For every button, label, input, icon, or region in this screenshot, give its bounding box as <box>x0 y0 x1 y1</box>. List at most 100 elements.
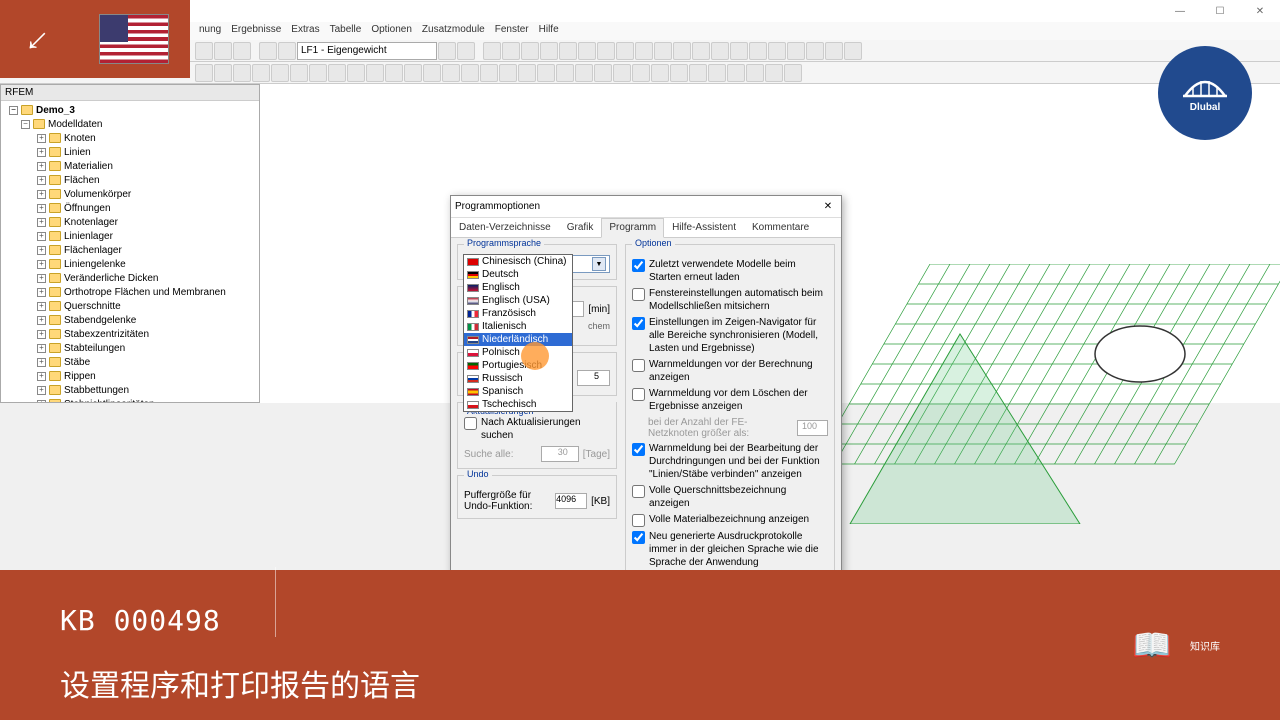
toolbar-icon[interactable] <box>461 64 479 82</box>
menu-item[interactable]: Ergebnisse <box>227 22 285 40</box>
max-models-spinner[interactable]: 5 <box>577 370 610 386</box>
toolbar-icon[interactable] <box>404 64 422 82</box>
toolbar-icon[interactable] <box>214 64 232 82</box>
toolbar-icon[interactable] <box>806 42 824 60</box>
toolbar-icon[interactable] <box>518 64 536 82</box>
tree-node[interactable]: +Materialien <box>1 159 259 173</box>
tab-graphics[interactable]: Grafik <box>559 218 602 237</box>
language-option[interactable]: Englisch (USA) <box>464 294 572 307</box>
toolbar-icon[interactable] <box>768 42 786 60</box>
toolbar-icon[interactable] <box>233 42 251 60</box>
toolbar-icon[interactable] <box>214 42 232 60</box>
toolbar-icon[interactable] <box>556 64 574 82</box>
menu-item[interactable]: Extras <box>287 22 323 40</box>
tree-node[interactable]: +Liniengelenke <box>1 257 259 271</box>
undo-buffer-spinner[interactable]: 4096 <box>555 493 587 509</box>
tree-node[interactable]: −Modelldaten <box>1 117 259 131</box>
menu-item[interactable]: Zusatzmodule <box>418 22 489 40</box>
toolbar-icon[interactable] <box>328 64 346 82</box>
check-updates[interactable]: Nach Aktualisierungen suchen <box>464 416 610 442</box>
fe-nodes-spinner[interactable]: 100 <box>797 420 828 436</box>
toolbar-icon[interactable] <box>559 42 577 60</box>
language-option[interactable]: Französisch <box>464 307 572 320</box>
toolbar-icon[interactable] <box>540 42 558 60</box>
tab-help[interactable]: Hilfe-Assistent <box>664 218 744 237</box>
toolbar-icon[interactable] <box>252 64 270 82</box>
loadcase-selector[interactable]: LF1 - Eigengewicht <box>297 42 437 60</box>
toolbar-icon[interactable] <box>613 64 631 82</box>
toolbar-icon[interactable] <box>309 64 327 82</box>
toolbar-icon[interactable] <box>233 64 251 82</box>
toolbar-icon[interactable] <box>708 64 726 82</box>
language-option[interactable]: Portugiesisch <box>464 359 572 372</box>
language-option[interactable]: Spanisch <box>464 385 572 398</box>
menu-item[interactable]: Hilfe <box>535 22 563 40</box>
toolbar-icon[interactable] <box>347 64 365 82</box>
toolbar-icon[interactable] <box>442 64 460 82</box>
toolbar-icon[interactable] <box>480 64 498 82</box>
toolbar-icon[interactable] <box>727 64 745 82</box>
toolbar-icon[interactable] <box>692 42 710 60</box>
toolbar-icon[interactable] <box>673 42 691 60</box>
menu-item[interactable]: Fenster <box>491 22 533 40</box>
toolbar-icon[interactable] <box>537 64 555 82</box>
language-option[interactable]: Tschechisch <box>464 398 572 411</box>
option-checkbox[interactable]: Warnmeldung vor dem Löschen der Ergebnis… <box>632 387 828 413</box>
tree-node[interactable]: +Stabendgelenke <box>1 313 259 327</box>
option-checkbox[interactable]: Zuletzt verwendete Modelle beim Starten … <box>632 258 828 284</box>
option-checkbox[interactable]: Volle Materialbezeichnung anzeigen <box>632 513 828 527</box>
navigator-tree[interactable]: RFEM −Demo_3−Modelldaten+Knoten+Linien+M… <box>0 84 260 403</box>
option-checkbox[interactable]: Volle Querschnittsbezeichnung anzeigen <box>632 484 828 510</box>
toolbar-icon[interactable] <box>765 64 783 82</box>
toolbar-icon[interactable] <box>521 42 539 60</box>
menu-item[interactable]: Tabelle <box>326 22 366 40</box>
tree-node[interactable]: +Veränderliche Dicken <box>1 271 259 285</box>
toolbar-icon[interactable] <box>499 64 517 82</box>
tree-node[interactable]: +Flächenlager <box>1 243 259 257</box>
minimize-button[interactable]: — <box>1160 0 1200 22</box>
toolbar-icon[interactable] <box>271 64 289 82</box>
toolbar-icon[interactable] <box>483 42 501 60</box>
toolbar-icon[interactable] <box>195 42 213 60</box>
toolbar-icon[interactable] <box>594 64 612 82</box>
dialog-close-button[interactable]: ✕ <box>819 198 837 216</box>
toolbar-icon[interactable] <box>575 64 593 82</box>
language-dropdown[interactable]: Chinesisch (China)DeutschEnglischEnglisc… <box>463 254 573 412</box>
language-option[interactable]: Niederländisch <box>464 333 572 346</box>
tree-node[interactable]: +Knotenlager <box>1 215 259 229</box>
tree-node[interactable]: +Querschnitte <box>1 299 259 313</box>
maximize-button[interactable]: ☐ <box>1200 0 1240 22</box>
tree-node[interactable]: +Linienlager <box>1 229 259 243</box>
option-checkbox[interactable]: Warnmeldung bei der Bearbeitung der Durc… <box>632 442 828 481</box>
tree-node[interactable]: +Knoten <box>1 131 259 145</box>
tree-node[interactable]: +Öffnungen <box>1 201 259 215</box>
tree-node[interactable]: +Rippen <box>1 369 259 383</box>
toolbar-icon[interactable] <box>366 64 384 82</box>
toolbar-icon[interactable] <box>290 64 308 82</box>
update-days-spinner[interactable]: 30 <box>541 446 579 462</box>
toolbar-icon[interactable] <box>844 42 862 60</box>
toolbar-icon[interactable] <box>195 64 213 82</box>
tree-node[interactable]: +Stabbettungen <box>1 383 259 397</box>
toolbar-icon[interactable] <box>423 64 441 82</box>
toolbar-icon[interactable] <box>730 42 748 60</box>
menu-item[interactable]: Optionen <box>367 22 416 40</box>
tree-node[interactable]: +Stäbe <box>1 355 259 369</box>
tree-node[interactable]: +Stabexzentrizitäten <box>1 327 259 341</box>
toolbar-icon[interactable] <box>597 42 615 60</box>
option-checkbox[interactable]: Neu generierte Ausdruckprotokolle immer … <box>632 530 828 569</box>
tree-node[interactable]: +Flächen <box>1 173 259 187</box>
nav-back-icon[interactable] <box>259 42 277 60</box>
tree-node[interactable]: +Orthotrope Flächen und Membranen <box>1 285 259 299</box>
tree-node[interactable]: +Linien <box>1 145 259 159</box>
language-option[interactable]: Russisch <box>464 372 572 385</box>
tree-node[interactable]: −Demo_3 <box>1 103 259 117</box>
menu-item[interactable]: nung <box>195 22 225 40</box>
language-option[interactable]: Chinesisch (China) <box>464 255 572 268</box>
option-checkbox[interactable]: Fenstereinstellungen automatisch beim Mo… <box>632 287 828 313</box>
tree-node[interactable]: +Stabteilungen <box>1 341 259 355</box>
toolbar-icon[interactable] <box>689 64 707 82</box>
toolbar-icon[interactable] <box>670 64 688 82</box>
toolbar-icon[interactable] <box>632 64 650 82</box>
nav-fwd-icon[interactable] <box>278 42 296 60</box>
